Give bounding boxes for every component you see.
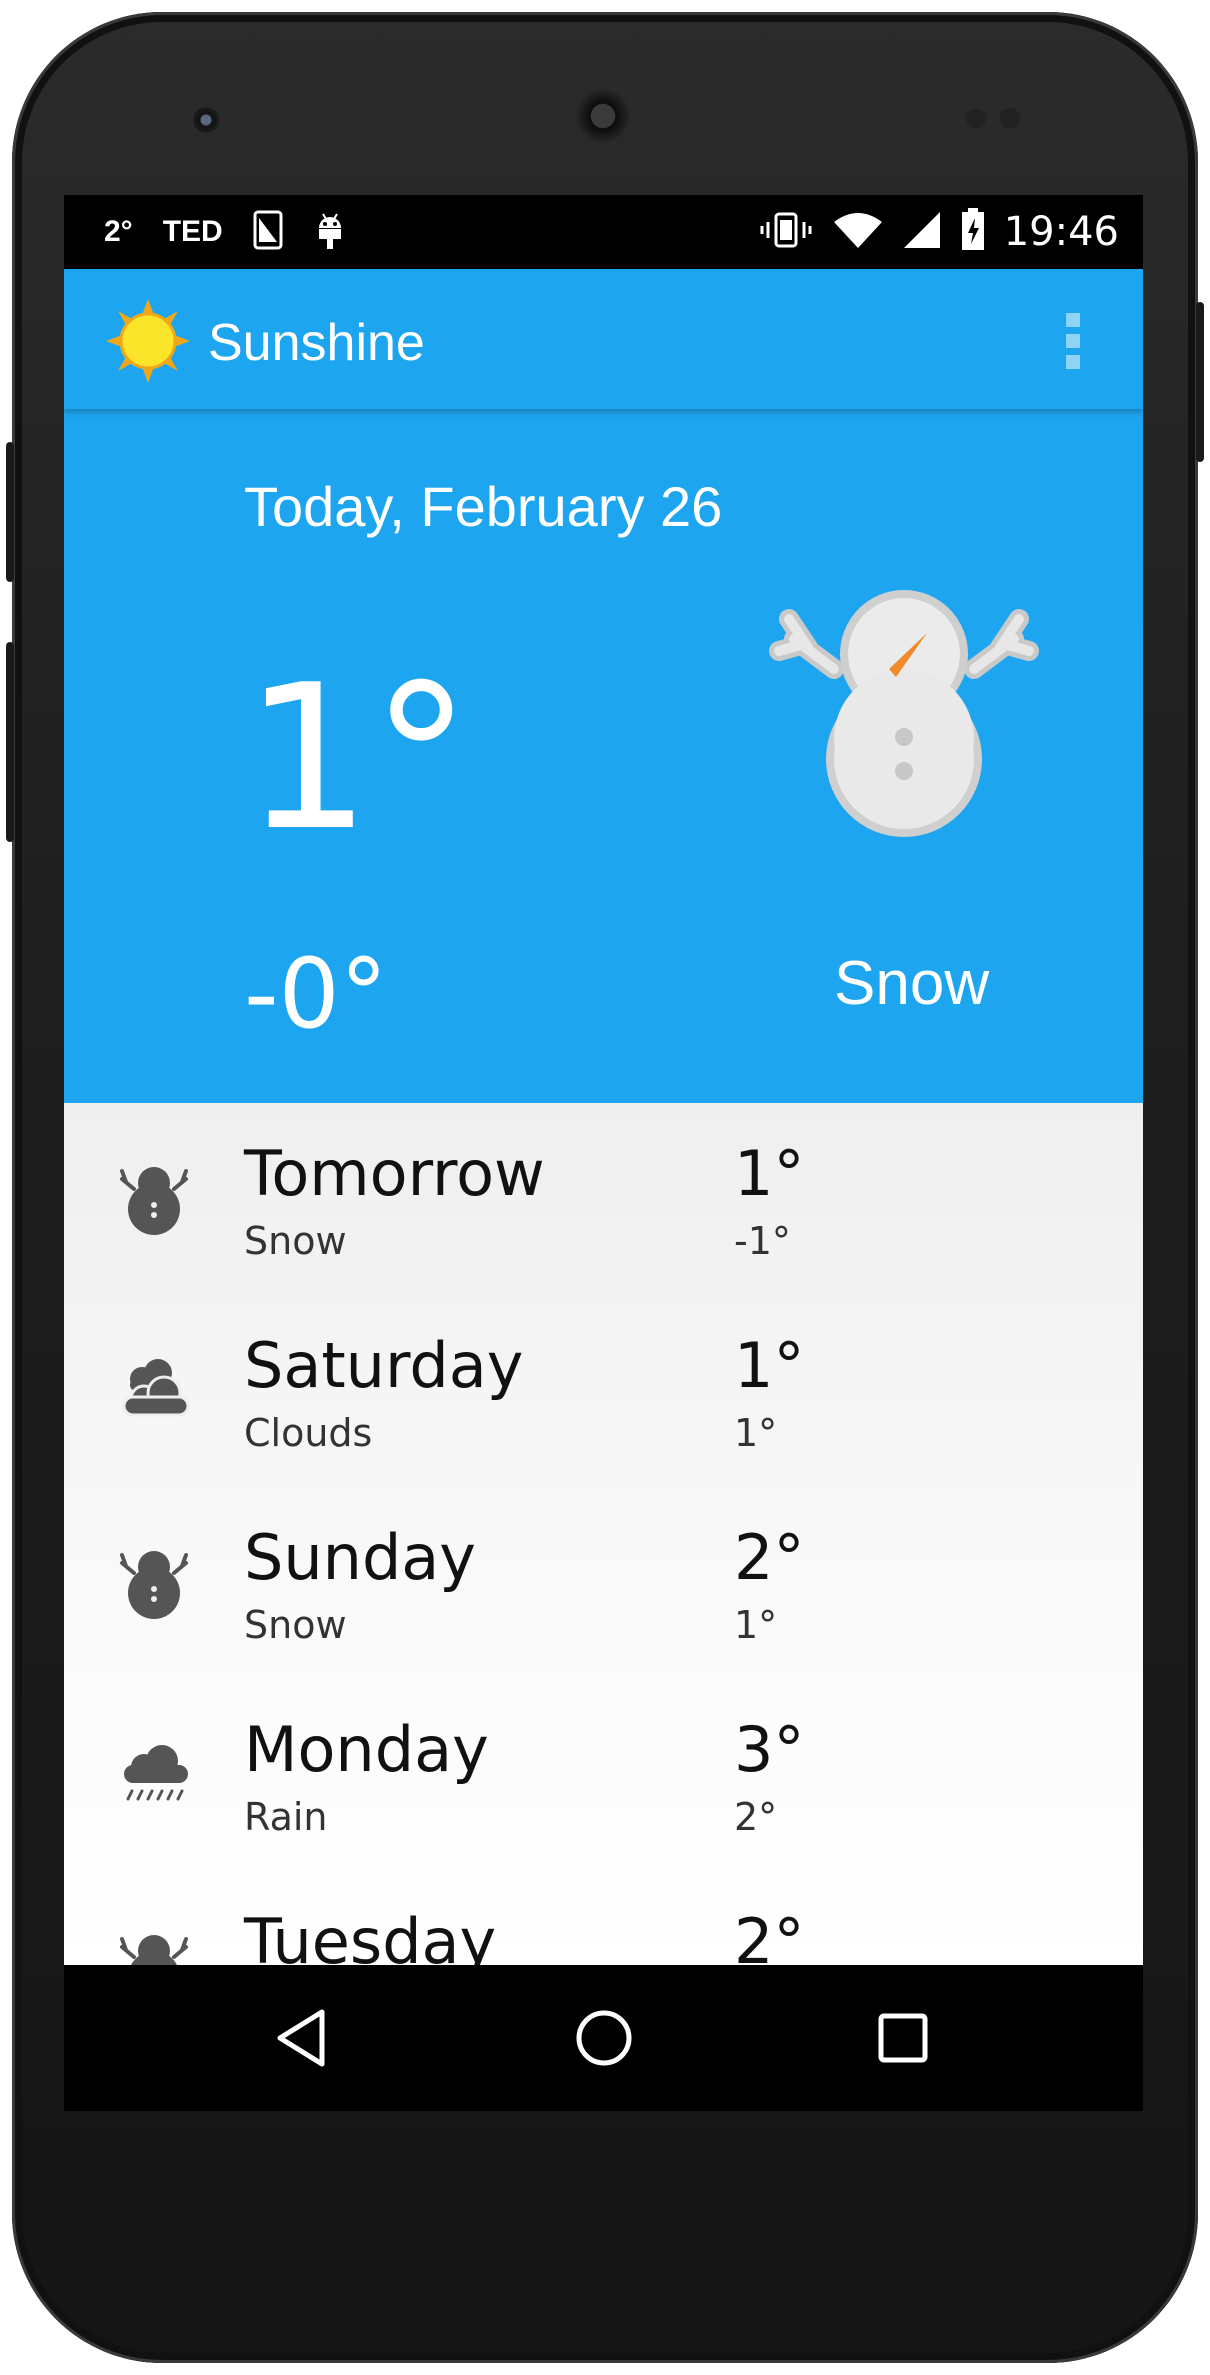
battery-charging-icon: [960, 207, 986, 257]
android-debug-icon: [313, 210, 347, 255]
navigation-bar: [64, 1965, 1143, 2111]
forecast-day: Monday: [244, 1713, 489, 1786]
forecast-description: Rain: [244, 1795, 328, 1839]
signal-icon: [902, 210, 942, 255]
status-ted: TED: [162, 215, 223, 248]
screen: 2° TED 19:46 Sunshine Today, February 26…: [64, 195, 1143, 2111]
clouds-icon: [114, 1349, 194, 1429]
forecast-low: 2°: [734, 1795, 778, 1839]
forecast-description: Snow: [244, 1603, 347, 1647]
sun-icon: [104, 297, 192, 390]
forecast-day: Saturday: [244, 1329, 524, 1402]
front-camera: [193, 107, 219, 133]
forecast-high: 2°: [734, 1521, 805, 1594]
back-icon[interactable]: [266, 1998, 346, 2078]
today-description: Snow: [834, 949, 990, 1018]
rain-icon: [114, 1733, 194, 1813]
status-time: 19:46: [1003, 209, 1119, 255]
today-high-temp: 1°: [244, 642, 472, 875]
snow-icon: [114, 1541, 194, 1621]
forecast-high: 1°: [734, 1329, 805, 1402]
volume-button: [6, 442, 14, 582]
light-sensor: [1000, 108, 1020, 128]
status-temp: 2°: [104, 215, 133, 248]
forecast-description: Clouds: [244, 1411, 373, 1455]
status-bar: 2° TED 19:46: [64, 195, 1143, 269]
forecast-low: -1°: [734, 1219, 791, 1263]
app-title: Sunshine: [208, 314, 425, 372]
home-icon[interactable]: [564, 1998, 644, 2078]
wifi-icon: [832, 210, 884, 255]
overflow-menu-icon[interactable]: [1063, 309, 1083, 373]
list-item[interactable]: Tuesday 2°: [64, 1871, 1143, 1965]
list-item[interactable]: Sunday Snow 2° 1°: [64, 1487, 1143, 1679]
earpiece-speaker: [575, 88, 631, 144]
app-bar: Sunshine: [64, 269, 1143, 409]
power-button: [6, 642, 14, 842]
today-date: Today, February 26: [244, 475, 723, 538]
forecast-day: Tuesday: [244, 1905, 497, 1965]
list-item[interactable]: Monday Rain 3° 2°: [64, 1679, 1143, 1871]
sim-icon: [253, 210, 283, 255]
forecast-list: Tomorrow Snow 1° -1° Saturday Clouds 1° …: [64, 1103, 1143, 1965]
forecast-day: Tomorrow: [244, 1137, 545, 1210]
forecast-high: 2°: [734, 1905, 805, 1965]
recents-icon[interactable]: [863, 1998, 943, 2078]
today-low-temp: -0°: [244, 938, 388, 1050]
snow-icon: [114, 1925, 194, 1965]
list-item[interactable]: Tomorrow Snow 1° -1°: [64, 1103, 1143, 1295]
forecast-low: 1°: [734, 1411, 778, 1455]
forecast-day: Sunday: [244, 1521, 476, 1594]
today-panel[interactable]: Today, February 26 1° -0° Snow: [64, 409, 1143, 1103]
proximity-sensor: [966, 108, 986, 128]
snow-icon: [114, 1157, 194, 1237]
forecast-low: 1°: [734, 1603, 778, 1647]
vibrate-icon: [758, 210, 814, 255]
side-button: [1196, 302, 1204, 462]
snowman-icon: [764, 559, 1044, 844]
forecast-description: Snow: [244, 1219, 347, 1263]
forecast-high: 1°: [734, 1137, 805, 1210]
list-item[interactable]: Saturday Clouds 1° 1°: [64, 1295, 1143, 1487]
forecast-high: 3°: [734, 1713, 805, 1786]
